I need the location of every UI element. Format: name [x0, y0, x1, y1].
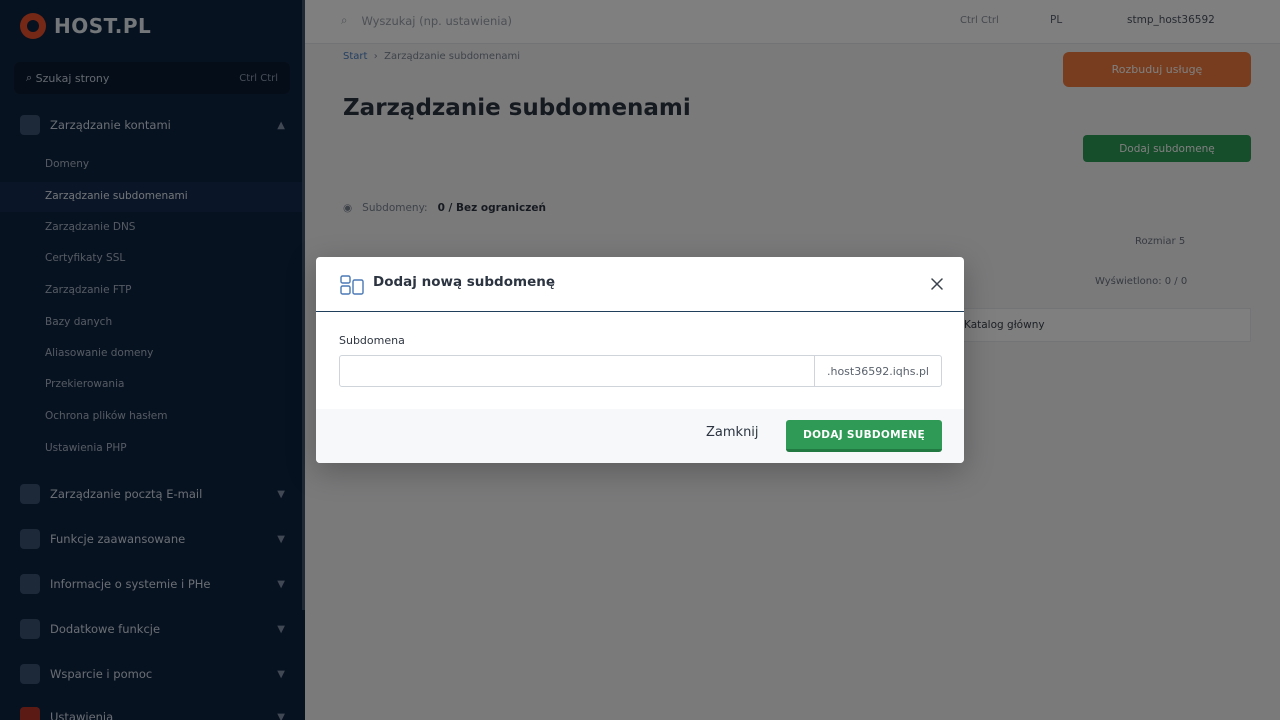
- modal-header: Dodaj nową subdomenę: [316, 257, 964, 312]
- close-button[interactable]: Zamknij: [706, 425, 759, 440]
- modal-footer: Zamknij DODAJ SUBDOMENĘ: [316, 409, 964, 463]
- subdomain-field-label: Subdomena: [339, 334, 405, 347]
- domain-suffix: .host36592.iqhs.pl: [814, 355, 942, 387]
- subdomain-input[interactable]: [339, 355, 815, 387]
- modal-title: Dodaj nową subdomenę: [373, 274, 555, 290]
- add-subdomain-label: DODAJ SUBDOMENĘ: [803, 428, 925, 441]
- close-icon[interactable]: [926, 273, 948, 295]
- subdomain-icon: [340, 275, 364, 295]
- add-subdomain-button[interactable]: DODAJ SUBDOMENĘ: [786, 420, 942, 452]
- add-subdomain-modal: Dodaj nową subdomenę Subdomena .host3659…: [316, 257, 964, 463]
